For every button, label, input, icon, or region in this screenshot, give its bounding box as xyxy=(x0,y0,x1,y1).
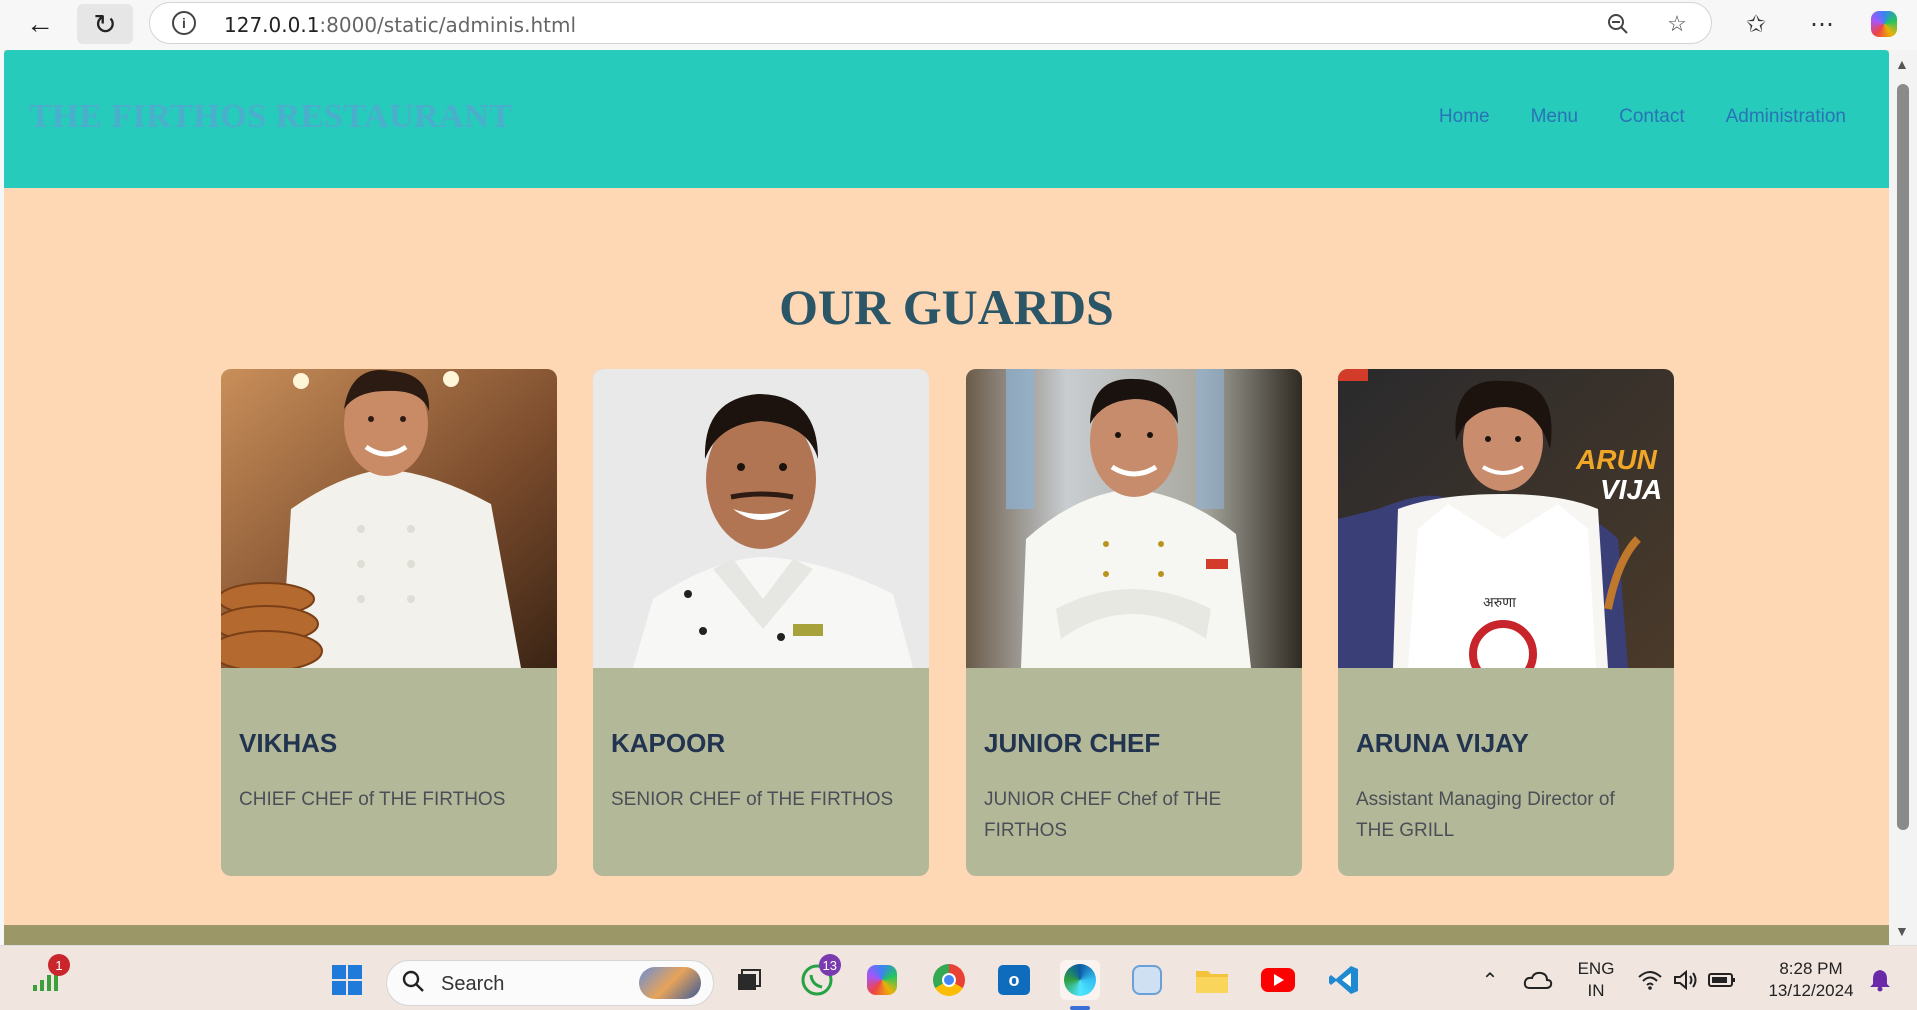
favorites-list-icon[interactable]: ✩ xyxy=(1738,6,1774,42)
clock-date: 13/12/2024 xyxy=(1768,981,1854,1000)
notification-badge: 13 xyxy=(818,954,841,976)
nav-link-contact[interactable]: Contact xyxy=(1619,106,1684,128)
svg-text:अरुणा: अरुणा xyxy=(1483,595,1516,611)
nav-link-home[interactable]: Home xyxy=(1439,106,1490,128)
svg-text:VIJA: VIJA xyxy=(1600,474,1662,505)
section-title: OUR GUARDS xyxy=(779,279,1114,335)
scroll-up-icon[interactable]: ▲ xyxy=(1895,56,1909,72)
staff-role: JUNIOR CHEF Chef of THE FIRTHOS xyxy=(984,789,1222,841)
svg-text:ARUN: ARUN xyxy=(1575,444,1658,475)
staff-name: KAPOOR xyxy=(611,728,726,758)
more-menu-icon[interactable]: ⋯ xyxy=(1804,6,1840,42)
back-arrow-icon[interactable]: ← xyxy=(12,4,68,44)
staff-card: ARUN VIJA अरुणा ARUNA VIJAY Assistant Ma… xyxy=(1338,369,1674,876)
scroll-down-icon[interactable]: ▼ xyxy=(1895,923,1909,939)
chef-photo: ARUN VIJA अरुणा xyxy=(1338,369,1674,668)
language-code: ENG xyxy=(1577,959,1615,978)
nav-link-administration[interactable]: Administration xyxy=(1726,106,1846,128)
staff-role: SENIOR CHEF of THE FIRTHOS xyxy=(611,789,894,810)
taskbar-search[interactable]: Search xyxy=(386,960,714,1006)
snipping-tool-icon[interactable] xyxy=(1127,960,1167,1000)
chef-photo xyxy=(966,369,1302,668)
search-icon xyxy=(401,969,425,1000)
battery-icon[interactable] xyxy=(1702,960,1742,1000)
clock[interactable]: 8:28 PM 13/12/2024 xyxy=(1756,958,1866,1002)
favorite-star-icon[interactable]: ☆ xyxy=(1662,9,1692,39)
vscode-icon[interactable] xyxy=(1324,960,1364,1000)
page-viewport: THE FIRTHOS RESTAURANT Home Menu Contact… xyxy=(4,50,1889,945)
address-bar[interactable]: i 127.0.0.1:8000/static/adminis.html ☆ xyxy=(149,2,1712,44)
taskbar: 1 Search 13 o ⌃ ENG IN 8:28 PM 13/12/202… xyxy=(0,945,1917,1010)
reload-icon[interactable]: ↻ xyxy=(77,4,133,44)
task-view-icon[interactable] xyxy=(729,960,769,1000)
clock-time: 8:28 PM xyxy=(1779,959,1843,978)
copilot-icon[interactable] xyxy=(1866,6,1902,42)
staff-role: Assistant Managing Director of THE GRILL xyxy=(1356,789,1615,841)
site-nav: Home Menu Contact Administration xyxy=(1439,106,1846,128)
chrome-icon[interactable] xyxy=(929,960,969,1000)
search-highlight-image xyxy=(639,967,701,999)
staff-card: VIKHAS CHIEF CHEF of THE FIRTHOS xyxy=(221,369,557,876)
chef-photo xyxy=(593,369,929,668)
staff-name: ARUNA VIJAY xyxy=(1356,728,1529,758)
volume-icon[interactable] xyxy=(1666,960,1706,1000)
page-scrollbar[interactable]: ▲ ▼ xyxy=(1889,50,1917,945)
whatsapp-icon[interactable]: 13 xyxy=(797,954,841,1000)
staff-name: JUNIOR CHEF xyxy=(984,728,1161,758)
notification-bell-icon[interactable] xyxy=(1860,960,1900,1000)
staff-card: KAPOOR SENIOR CHEF of THE FIRTHOS xyxy=(593,369,929,876)
scroll-thumb[interactable] xyxy=(1897,84,1909,830)
copilot-app-icon[interactable] xyxy=(862,960,902,1000)
wifi-icon[interactable] xyxy=(1630,960,1670,1000)
chevron-up-icon[interactable]: ⌃ xyxy=(1470,960,1510,1000)
network-chart-icon[interactable]: 1 xyxy=(26,954,70,1000)
site-header: THE FIRTHOS RESTAURANT Home Menu Contact… xyxy=(4,50,1889,188)
staff-name: VIKHAS xyxy=(239,728,338,758)
site-title: THE FIRTHOS RESTAURANT xyxy=(29,98,513,135)
browser-toolbar: ← ↻ i 127.0.0.1:8000/static/adminis.html… xyxy=(0,0,1917,50)
onedrive-cloud-icon[interactable] xyxy=(1518,960,1558,1000)
url-text[interactable]: 127.0.0.1:8000/static/adminis.html xyxy=(224,13,576,37)
footer-band xyxy=(4,925,1889,945)
file-explorer-icon[interactable] xyxy=(1192,960,1232,1000)
staff-role: CHIEF CHEF of THE FIRTHOS xyxy=(239,789,506,810)
region-code: IN xyxy=(1587,981,1605,1000)
edge-icon[interactable] xyxy=(1060,960,1100,1000)
notification-badge: 1 xyxy=(48,954,70,976)
language-indicator[interactable]: ENG IN xyxy=(1575,958,1617,1002)
chef-photo xyxy=(221,369,557,668)
nav-link-menu[interactable]: Menu xyxy=(1531,106,1579,128)
zoom-out-icon[interactable] xyxy=(1603,9,1633,39)
info-icon[interactable]: i xyxy=(172,11,196,35)
youtube-icon[interactable] xyxy=(1258,960,1298,1000)
staff-card: JUNIOR CHEF JUNIOR CHEF Chef of THE FIRT… xyxy=(966,369,1302,876)
search-label: Search xyxy=(441,973,505,995)
active-app-indicator xyxy=(1070,1006,1090,1010)
outlook-icon[interactable]: o xyxy=(994,960,1034,1000)
windows-start-icon[interactable] xyxy=(327,960,367,1000)
